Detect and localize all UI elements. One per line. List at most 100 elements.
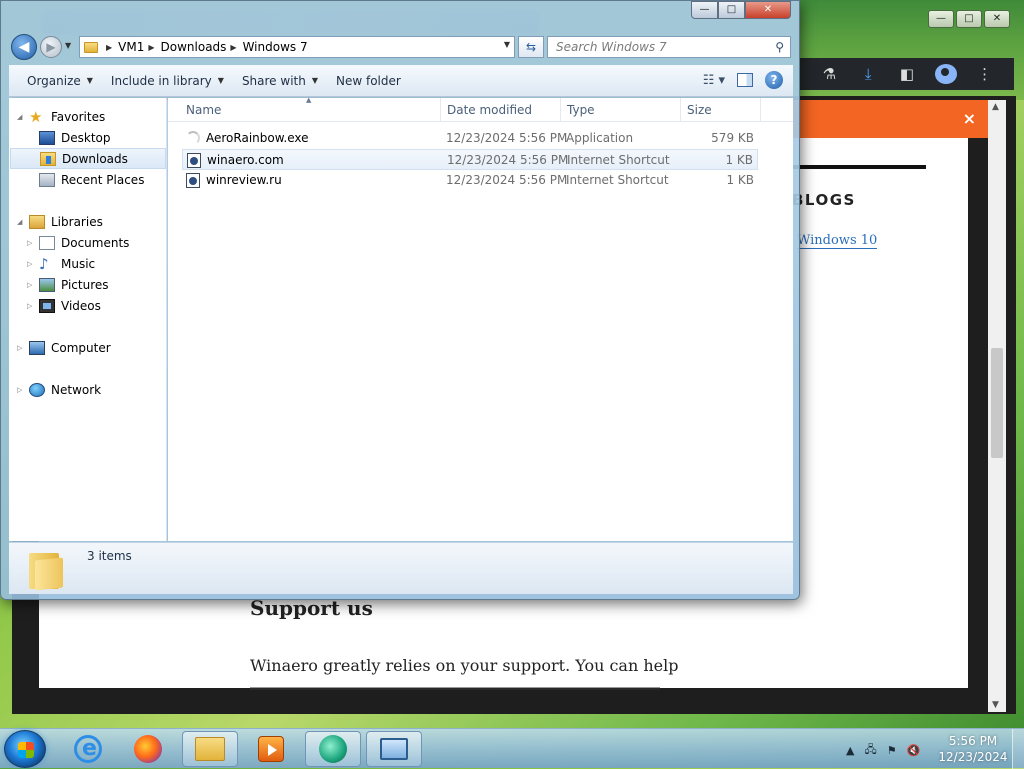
column-divider[interactable]	[680, 98, 681, 122]
volume-muted-icon[interactable]: 🔇	[907, 744, 921, 757]
expand-icon[interactable]: ▷	[17, 344, 22, 352]
search-icon[interactable]: ⚲	[775, 40, 784, 54]
action-center-flag-icon[interactable]: ⚑	[887, 744, 897, 757]
nav-desktop[interactable]: Desktop	[39, 127, 111, 148]
nav-favorites[interactable]: ◢ ★ Favorites	[17, 106, 106, 127]
organize-button[interactable]: Organize ▼	[27, 74, 93, 88]
help-icon[interactable]: ?	[765, 71, 783, 89]
share-with-button[interactable]: Share with ▼	[242, 74, 318, 88]
column-size[interactable]: Size	[687, 103, 712, 117]
command-bar-right: ☷ ▾ ?	[703, 71, 783, 89]
nav-network[interactable]: ▷ Network	[17, 379, 101, 400]
download-icon[interactable]: ⤓	[857, 65, 879, 83]
expand-icon[interactable]: ◢	[17, 218, 22, 226]
expand-icon[interactable]: ▷	[27, 260, 32, 268]
expand-icon[interactable]: ▷	[17, 386, 22, 394]
show-desktop-button[interactable]	[1012, 729, 1024, 769]
internet-shortcut-icon	[186, 173, 200, 188]
taskbar-media-player[interactable]	[243, 731, 299, 767]
file-row[interactable]: winaero.com 12/23/2024 5:56 PM Internet …	[182, 149, 758, 170]
column-divider[interactable]	[760, 98, 761, 122]
file-row[interactable]: winreview.ru 12/23/2024 5:56 PM Internet…	[182, 170, 758, 191]
file-date: 12/23/2024 5:56 PM	[446, 131, 568, 145]
items-count: 3 items	[87, 549, 132, 563]
taskbar-internet-explorer[interactable]	[60, 731, 116, 767]
address-dropdown-icon[interactable]: ▼	[504, 40, 510, 49]
nav-music[interactable]: ▷ ♪ Music	[27, 253, 95, 274]
clock[interactable]: 5:56 PM 12/23/2024	[928, 733, 1018, 765]
search-box[interactable]: ⚲	[547, 36, 791, 58]
nav-libraries[interactable]: ◢ Libraries	[17, 211, 103, 232]
file-row[interactable]: AeroRainbow.exe 12/23/2024 5:56 PM Appli…	[182, 128, 758, 149]
flask-icon[interactable]: ⚗	[818, 65, 840, 83]
include-in-library-button[interactable]: Include in library ▼	[111, 74, 224, 88]
browser-maximize-button[interactable]: □	[956, 10, 982, 28]
back-button[interactable]: ◀	[11, 34, 37, 60]
breadcrumb-downloads[interactable]: Downloads	[161, 40, 227, 54]
menu-dots-icon[interactable]: ⋮	[974, 65, 996, 83]
nav-downloads-label: Downloads	[62, 151, 128, 166]
profile-avatar[interactable]	[934, 64, 957, 84]
column-type[interactable]: Type	[567, 103, 595, 117]
taskbar-windows-explorer[interactable]	[182, 731, 238, 767]
sidebar-icon[interactable]: ◧	[896, 65, 918, 83]
explorer-minimize-button[interactable]: —	[691, 1, 718, 19]
divider	[790, 165, 926, 169]
breadcrumb-windows7[interactable]: Windows 7	[243, 40, 308, 54]
nav-favorites-label: Favorites	[51, 109, 106, 124]
page-scrollbar[interactable]: ▲ ▼	[988, 100, 1006, 712]
chevron-right-icon[interactable]: ▶	[230, 43, 236, 52]
file-name: AeroRainbow.exe	[206, 131, 309, 145]
scrollbar-thumb[interactable]	[991, 348, 1003, 458]
nav-documents[interactable]: ▷ Documents	[27, 232, 129, 253]
browser-close-button[interactable]: ✕	[984, 10, 1010, 28]
show-hidden-icons-icon[interactable]: ▲	[846, 744, 854, 757]
navigation-pane: ◢ ★ Favorites Desktop Downloads Recent P…	[9, 98, 167, 541]
expand-icon[interactable]: ◢	[17, 113, 22, 121]
change-view-icon[interactable]: ☷ ▾	[703, 73, 725, 88]
organize-label: Organize	[27, 73, 81, 88]
browser-caption-buttons: — □ ✕	[928, 10, 1010, 28]
scroll-down-icon[interactable]: ▼	[992, 700, 999, 710]
nav-recent-places[interactable]: Recent Places	[39, 169, 144, 190]
taskbar-remote-desktop[interactable]	[366, 731, 422, 767]
explorer-close-button[interactable]: ✕	[745, 1, 791, 19]
nav-downloads[interactable]: Downloads	[10, 148, 166, 169]
explorer-maximize-button[interactable]: □	[718, 1, 745, 19]
chevron-right-icon[interactable]: ▶	[148, 43, 154, 52]
breadcrumb-vm1[interactable]: VM1	[118, 40, 144, 54]
banner-close-button[interactable]: ×	[963, 109, 976, 128]
column-name[interactable]: Name	[186, 103, 221, 117]
windows10-link[interactable]: Windows 10	[797, 233, 878, 249]
browser-minimize-button[interactable]: —	[928, 10, 954, 28]
nav-pictures[interactable]: ▷ Pictures	[27, 274, 109, 295]
forward-button[interactable]: ▶	[40, 36, 62, 58]
column-date-modified[interactable]: Date modified	[447, 103, 532, 117]
internet-explorer-icon	[74, 735, 102, 763]
nav-desktop-label: Desktop	[61, 130, 111, 145]
new-folder-button[interactable]: New folder	[336, 74, 401, 88]
address-bar[interactable]: ▶ VM1 ▶ Downloads ▶ Windows 7 ▼	[79, 36, 515, 58]
page-side-border	[968, 138, 988, 688]
network-status-icon[interactable]: 🖧	[864, 741, 876, 760]
nav-computer[interactable]: ▷ Computer	[17, 337, 111, 358]
column-divider[interactable]	[440, 98, 441, 122]
start-button[interactable]	[4, 730, 46, 768]
nav-videos[interactable]: ▷ Videos	[27, 295, 101, 316]
expand-icon[interactable]: ▷	[27, 281, 32, 289]
nav-recent-places-label: Recent Places	[61, 172, 145, 187]
expand-icon[interactable]: ▷	[27, 302, 32, 310]
search-input[interactable]	[548, 37, 758, 57]
documents-icon	[39, 235, 55, 250]
taskbar-chat-app[interactable]	[305, 731, 361, 767]
column-divider[interactable]	[560, 98, 561, 122]
taskbar: ▲ 🖧 ⚑ 🔇 5:56 PM 12/23/2024	[0, 728, 1024, 769]
chevron-right-icon[interactable]: ▶	[106, 43, 112, 52]
recent-pages-dropdown-icon[interactable]: ▼	[65, 41, 71, 50]
scroll-up-icon[interactable]: ▲	[992, 102, 999, 112]
preview-pane-icon[interactable]	[737, 73, 753, 87]
taskbar-firefox[interactable]	[120, 731, 176, 767]
expand-icon[interactable]: ▷	[27, 239, 32, 247]
new-folder-label: New folder	[336, 73, 401, 88]
refresh-button[interactable]: ⇆	[518, 36, 544, 58]
